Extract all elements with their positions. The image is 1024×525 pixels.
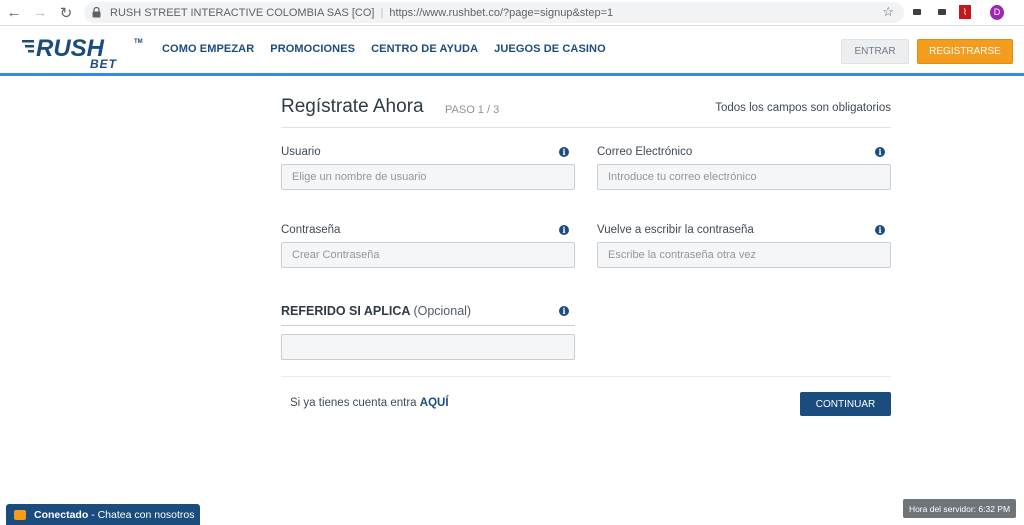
referido-label: REFERIDO SI APLICA (Opcional) xyxy=(281,304,471,318)
password-confirm-label: Vuelve a escribir la contraseña xyxy=(597,224,754,236)
lock-icon xyxy=(92,7,104,19)
chat-widget[interactable]: Conectado - Chatea con nosotros xyxy=(6,504,200,525)
continuar-button[interactable]: CONTINUAR xyxy=(800,392,891,416)
extension-icon[interactable] xyxy=(935,5,949,19)
nav-promociones[interactable]: PROMOCIONES xyxy=(270,43,355,55)
required-note: Todos los campos son obligatorios xyxy=(715,102,891,114)
info-icon[interactable]: i xyxy=(559,306,569,316)
site-identity: RUSH STREET INTERACTIVE COLOMBIA SAS [CO… xyxy=(110,6,375,19)
url-text: https://www.rushbet.co/?page=signup&step… xyxy=(389,6,614,19)
chat-status: Conectado xyxy=(34,508,89,521)
password-confirm-input[interactable] xyxy=(597,242,891,268)
profile-avatar[interactable]: D xyxy=(990,4,1004,20)
forward-button[interactable]: → xyxy=(28,1,52,25)
info-icon[interactable]: i xyxy=(559,147,569,157)
server-time: Hora del servidor: 6:32 PM xyxy=(903,499,1016,518)
nav-como-empezar[interactable]: COMO EMPEZAR xyxy=(162,43,254,55)
password-label: Contraseña xyxy=(281,224,341,236)
divider xyxy=(281,127,891,128)
nav-centro-de-ayuda[interactable]: CENTRO DE AYUDA xyxy=(371,43,478,55)
nav-juegos-de-casino[interactable]: JUEGOS DE CASINO xyxy=(494,43,606,55)
referido-input[interactable] xyxy=(281,334,575,360)
info-icon[interactable]: i xyxy=(559,225,569,235)
chat-bubble-icon xyxy=(14,509,26,520)
usuario-label: Usuario xyxy=(281,146,321,158)
login-prompt: Si ya tienes cuenta entra AQUÍ xyxy=(290,397,449,409)
pdf-extension-icon[interactable]: ⌇ xyxy=(958,5,972,19)
entrar-button[interactable]: ENTRAR xyxy=(841,39,909,64)
referido-underline xyxy=(281,325,575,326)
divider xyxy=(281,376,891,377)
correo-label: Correo Electrónico xyxy=(597,146,693,158)
site-header: RUSH BET TM COMO EMPEZAR PROMOCIONES CEN… xyxy=(0,26,1024,76)
referido-optional: (Opcional) xyxy=(413,304,472,318)
info-icon[interactable]: i xyxy=(875,147,885,157)
login-link[interactable]: AQUÍ xyxy=(420,397,449,409)
rushbet-logo[interactable]: RUSH BET TM xyxy=(22,32,146,71)
referido-label-text: REFERIDO SI APLICA xyxy=(281,304,410,318)
logo-subtext: BET xyxy=(90,57,118,70)
correo-input[interactable] xyxy=(597,164,891,190)
back-button[interactable]: ← xyxy=(2,1,26,25)
usuario-input[interactable] xyxy=(281,164,575,190)
login-text: Si ya tienes cuenta entra xyxy=(290,397,417,409)
browser-toolbar: ← → ↻ RUSH STREET INTERACTIVE COLOMBIA S… xyxy=(0,0,1024,26)
password-input[interactable] xyxy=(281,242,575,268)
reload-button[interactable]: ↻ xyxy=(54,1,78,25)
registrarse-button[interactable]: REGISTRARSE xyxy=(917,39,1013,64)
main-nav: COMO EMPEZAR PROMOCIONES CENTRO DE AYUDA… xyxy=(162,43,606,55)
extension-icon[interactable] xyxy=(910,5,924,19)
form-step: PASO 1 / 3 xyxy=(445,104,500,116)
form-title: Regístrate Ahora xyxy=(281,96,424,117)
info-icon[interactable]: i xyxy=(875,225,885,235)
chat-text: - Chatea con nosotros xyxy=(91,508,195,521)
omnibox-separator: | xyxy=(380,6,384,19)
address-bar[interactable]: RUSH STREET INTERACTIVE COLOMBIA SAS [CO… xyxy=(84,2,904,23)
bookmark-star-icon[interactable]: ☆ xyxy=(882,4,894,20)
logo-tm: TM xyxy=(134,39,143,45)
